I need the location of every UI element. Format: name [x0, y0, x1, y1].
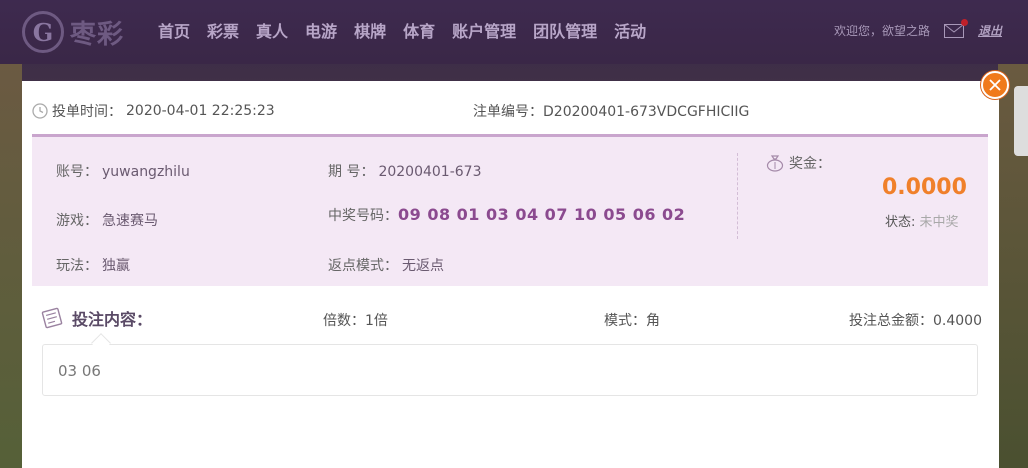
- nav-item-sports[interactable]: 体育: [403, 18, 435, 42]
- mail-icon[interactable]: [943, 18, 968, 38]
- money-bag-icon: [766, 155, 784, 172]
- bonus-label: 奖金：: [765, 153, 831, 173]
- clock-icon: [32, 103, 48, 119]
- top-navigation-bar: G 枣彩 首页 彩票 真人 电游 棋牌 体育 账户管理 团队管理 活动 欢迎您，…: [0, 0, 1028, 64]
- bet-content-label: 投注内容：: [72, 310, 153, 329]
- win-numbers-value: 09 08 01 03 04 07 10 05 06 02: [398, 205, 686, 224]
- bet-numbers-box: [42, 344, 978, 396]
- side-widget[interactable]: [1014, 86, 1028, 156]
- order-id-label: 注单编号：: [473, 104, 543, 120]
- modal-header: 投单时间： 2020-04-01 22:25:23 注单编号：D20200401-…: [22, 81, 999, 137]
- account-value: yuwangzhilu: [102, 164, 190, 180]
- period-value: 20200401-673: [378, 164, 482, 180]
- bet-detail-modal: 投单时间： 2020-04-01 22:25:23 注单编号：D20200401-…: [22, 81, 999, 468]
- nav-item-cards[interactable]: 棋牌: [354, 18, 386, 42]
- bet-slip-icon: [41, 307, 63, 329]
- bonus-label-text: 奖金：: [789, 156, 831, 172]
- nav-item-events[interactable]: 活动: [614, 18, 646, 42]
- ticket-zigzag-edge: [32, 279, 988, 286]
- welcome-text: 欢迎您，欲望之路: [833, 24, 930, 38]
- rebate-label: 返点模式：: [328, 258, 398, 274]
- vertical-divider: [737, 153, 738, 239]
- status-field: 状态: 未中奖: [885, 211, 959, 230]
- mode: 模式：角: [604, 313, 660, 329]
- rebate-value: 无返点: [402, 258, 444, 274]
- user-area: 欢迎您，欲望之路 退出: [833, 18, 1002, 39]
- main-nav: 首页 彩票 真人 电游 棋牌 体育 账户管理 团队管理 活动: [158, 18, 646, 42]
- nav-item-account[interactable]: 账户管理: [452, 18, 516, 42]
- rebate-field: 返点模式： 无返点: [328, 255, 444, 275]
- bet-numbers: 03 06: [58, 362, 101, 380]
- total-amount: 投注总金额：0.4000: [849, 313, 982, 329]
- close-modal-button[interactable]: [981, 71, 1009, 99]
- bet-content-title: 投注内容：: [40, 306, 152, 330]
- logout-link[interactable]: 退出: [978, 22, 1002, 39]
- status-value: 未中奖: [919, 215, 959, 230]
- brand-logo[interactable]: G 枣彩: [22, 10, 124, 54]
- game-label: 游戏：: [56, 213, 98, 229]
- nav-item-team[interactable]: 团队管理: [533, 18, 597, 42]
- win-numbers-label: 中奖号码：: [328, 208, 398, 224]
- game-value: 急速赛马: [102, 213, 158, 229]
- order-id-value: D20200401-673VDCGFHICIIG: [543, 104, 750, 120]
- play-label: 玩法：: [56, 258, 98, 274]
- play-value: 独赢: [102, 258, 130, 274]
- play-field: 玩法： 独赢: [56, 255, 130, 275]
- background-left: [0, 64, 22, 468]
- game-field: 游戏： 急速赛马: [56, 210, 158, 230]
- bet-ticket: 账号： yuwangzhilu 期 号： 20200401-673 游戏： 急速赛马 …: [32, 134, 988, 286]
- account-label: 账号：: [56, 164, 98, 180]
- bet-time-label: 投单时间：: [52, 104, 122, 120]
- logo-mark-icon: G: [22, 11, 64, 53]
- nav-item-lottery[interactable]: 彩票: [207, 18, 239, 42]
- account-field: 账号： yuwangzhilu: [56, 161, 190, 181]
- nav-item-home[interactable]: 首页: [158, 18, 190, 42]
- multiplier: 倍数：1倍: [323, 313, 388, 329]
- nav-item-slots[interactable]: 电游: [305, 18, 337, 42]
- period-field: 期 号： 20200401-673: [328, 161, 481, 181]
- win-numbers-field: 中奖号码：09 08 01 03 04 07 10 05 06 02: [328, 205, 685, 225]
- status-label: 状态:: [885, 215, 916, 230]
- logo-text: 枣彩: [70, 19, 125, 50]
- order-id: 注单编号：D20200401-673VDCGFHICIIG: [473, 101, 749, 121]
- close-icon: [989, 79, 1001, 91]
- bonus-amount: 0.0000: [882, 175, 967, 200]
- nav-item-live[interactable]: 真人: [256, 18, 288, 42]
- bet-time-value: 2020-04-01 22:25:23: [126, 103, 275, 119]
- bet-time: 投单时间： 2020-04-01 22:25:23: [32, 101, 275, 121]
- unread-dot: [960, 18, 968, 26]
- period-label: 期 号：: [328, 164, 375, 180]
